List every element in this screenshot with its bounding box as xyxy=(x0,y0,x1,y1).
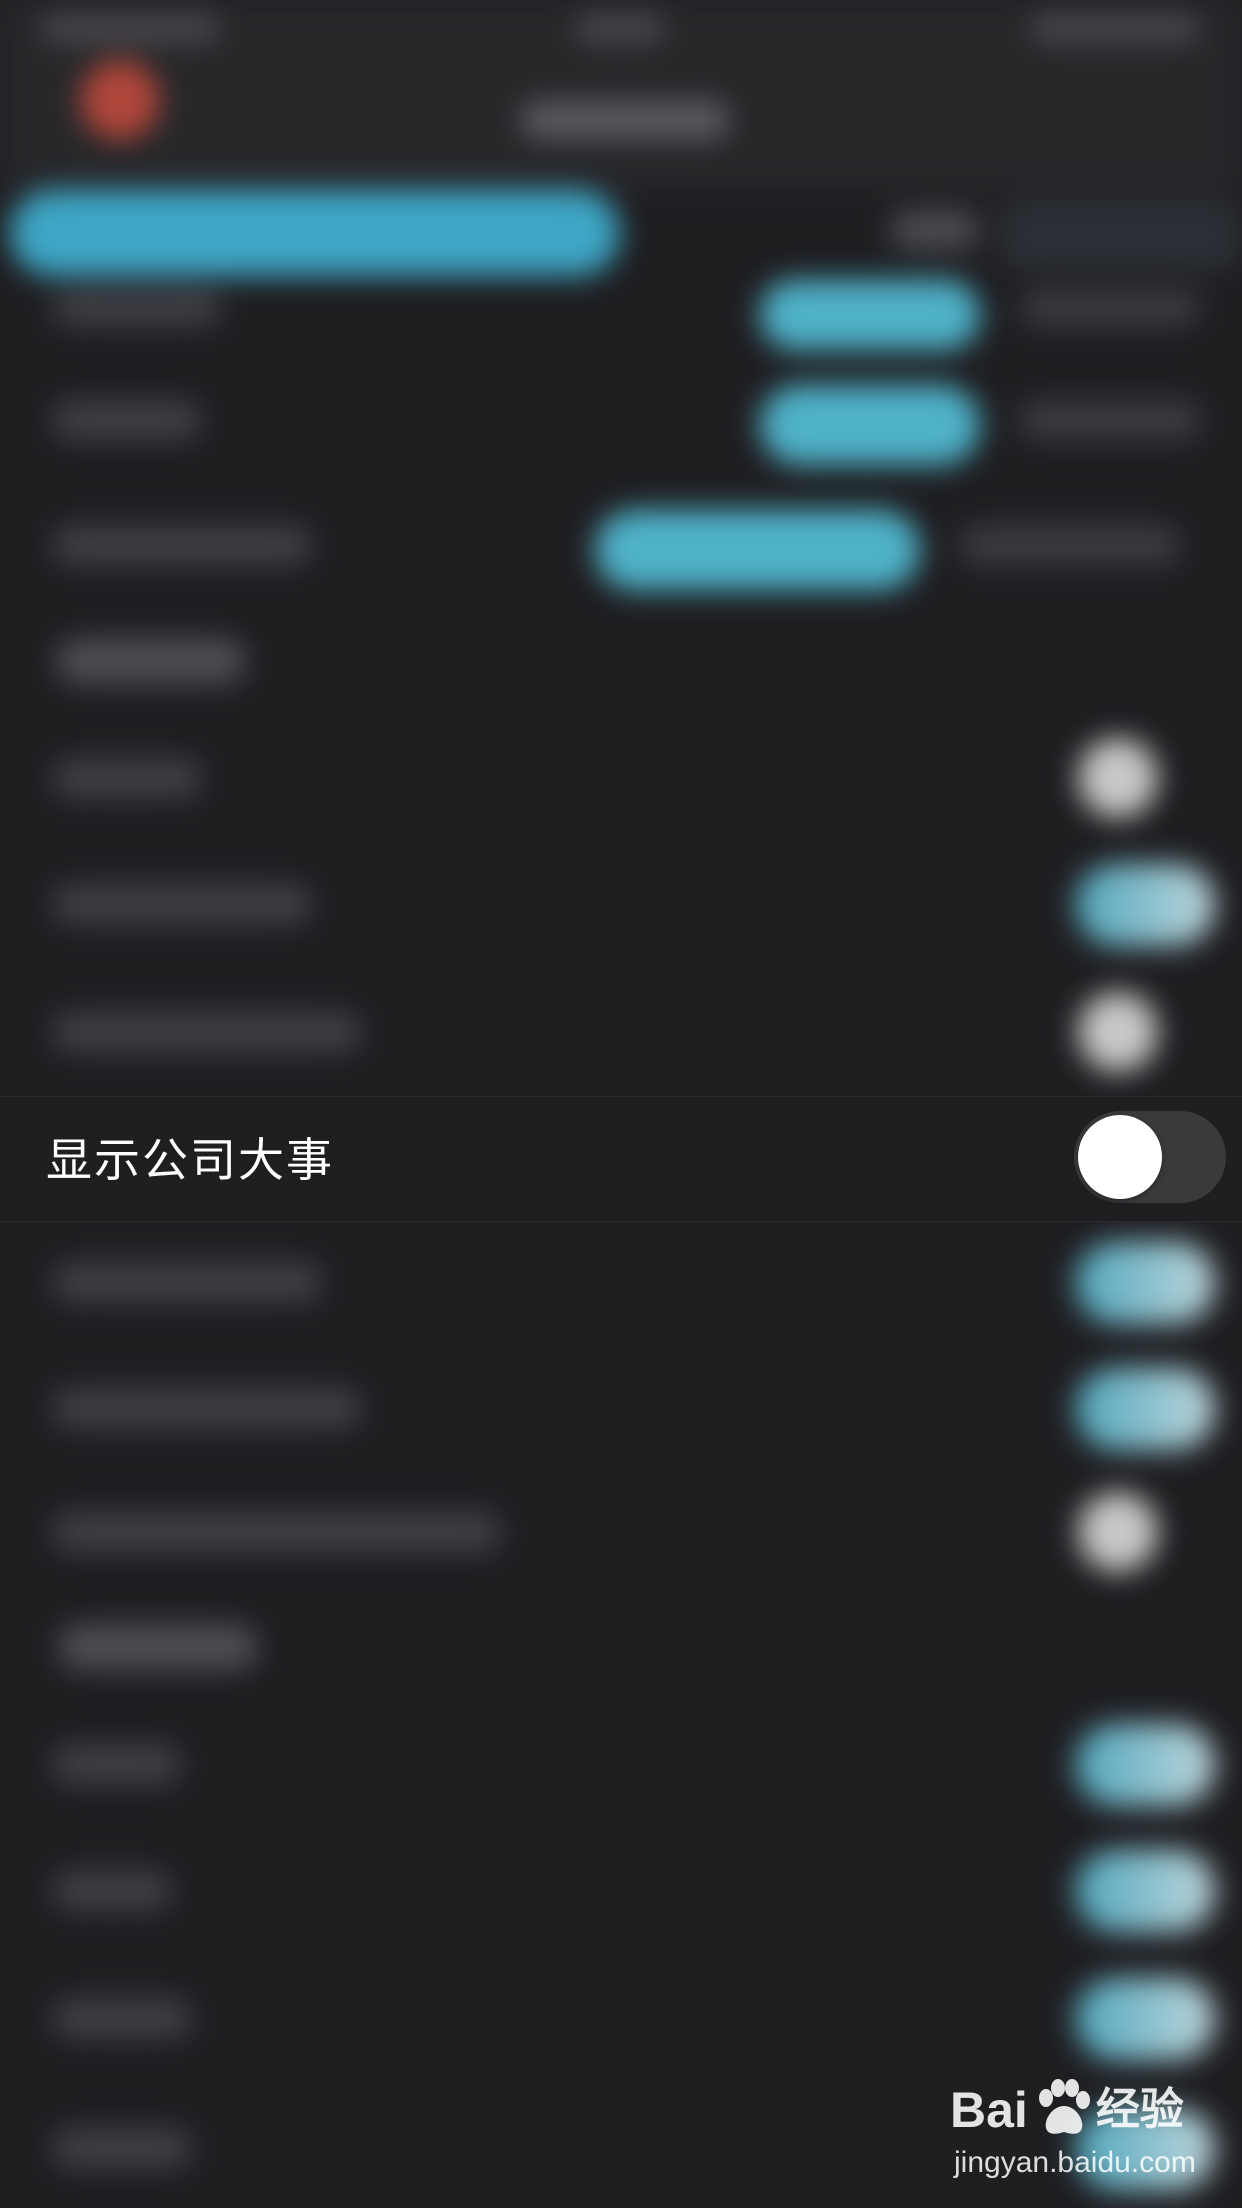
row-label-blurred xyxy=(52,1262,322,1302)
setting-row-company-events: 显示公司大事 xyxy=(0,1096,1242,1222)
option-label-blurred xyxy=(1020,400,1200,440)
tab-inactive-blurred[interactable] xyxy=(890,210,980,250)
status-bar-right-blurred xyxy=(1030,14,1200,42)
toggle-knob xyxy=(1078,1115,1162,1199)
tab-active-blurred[interactable] xyxy=(10,190,620,276)
option-pill-blurred[interactable] xyxy=(760,385,980,465)
watermark-brand-prefix: Bai xyxy=(950,2082,1028,2138)
row-label-blurred xyxy=(52,1512,502,1552)
toggle-blurred[interactable] xyxy=(1075,1724,1215,1806)
toggle-blurred[interactable] xyxy=(1075,1242,1215,1324)
option-label-blurred xyxy=(960,525,1180,565)
baidu-jingyan-watermark: Bai 经验 jingyan.baidu.com xyxy=(950,2070,1230,2190)
toggle-blurred[interactable] xyxy=(1078,738,1158,818)
toggle-blurred[interactable] xyxy=(1075,864,1215,946)
option-label-blurred xyxy=(1020,290,1200,326)
paw-icon xyxy=(1038,2079,1090,2134)
row-label-blurred xyxy=(52,1744,182,1784)
option-pill-blurred[interactable] xyxy=(595,510,920,590)
row-label-blurred xyxy=(52,884,312,924)
toggle-blurred[interactable] xyxy=(1078,1492,1158,1572)
row-label-blurred xyxy=(52,290,222,326)
watermark-brand-suffix: 经验 xyxy=(1095,2084,1184,2135)
row-label-blurred xyxy=(52,1012,362,1052)
row-label-blurred xyxy=(52,2128,192,2168)
app-screen: 显示公司大事 Bai 经验 jingyan.baidu.com xyxy=(0,0,1242,2208)
nav-title-blurred xyxy=(520,100,730,140)
row-label-blurred xyxy=(52,525,312,565)
back-icon[interactable] xyxy=(80,60,160,140)
status-bar-time-blurred xyxy=(575,14,665,42)
row-label-blurred xyxy=(52,758,202,798)
option-pill-blurred[interactable] xyxy=(760,280,980,350)
watermark-url: jingyan.baidu.com xyxy=(954,2146,1196,2179)
row-label-blurred xyxy=(52,1870,172,1910)
toggle-blurred[interactable] xyxy=(1075,1368,1215,1450)
section-header-blurred xyxy=(58,1624,258,1670)
status-bar-left-blurred xyxy=(40,14,220,42)
row-label-blurred xyxy=(52,400,202,440)
tab-strip-blurred xyxy=(1000,200,1240,270)
status-bar xyxy=(0,0,1242,60)
section-header-blurred xyxy=(56,638,246,684)
row-label-blurred xyxy=(52,1998,192,2038)
setting-label: 显示公司大事 xyxy=(46,1133,334,1187)
row-label-blurred xyxy=(52,1388,362,1428)
company-events-toggle[interactable] xyxy=(1074,1111,1226,1203)
toggle-blurred[interactable] xyxy=(1075,1978,1215,2060)
toggle-blurred[interactable] xyxy=(1078,992,1158,1072)
toggle-blurred[interactable] xyxy=(1075,1850,1215,1932)
watermark-logo: Bai 经验 xyxy=(950,2070,1230,2140)
